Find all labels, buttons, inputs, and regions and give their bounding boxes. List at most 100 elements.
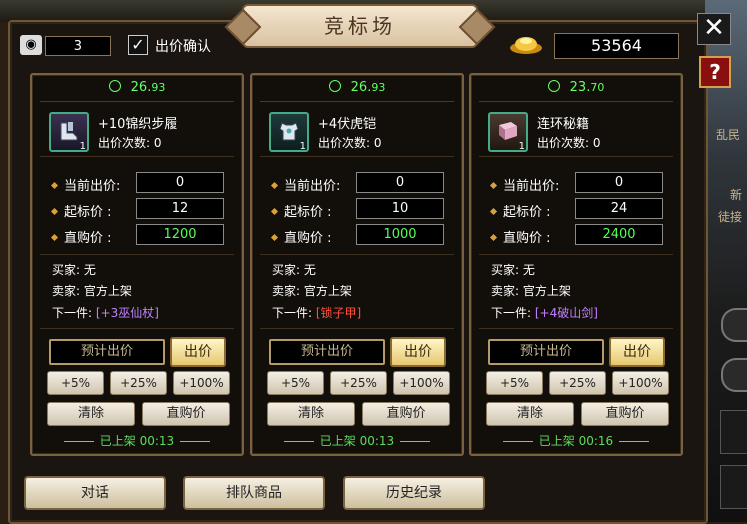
estimated-bid-field[interactable]: 预计出价 <box>49 339 165 365</box>
divider <box>40 156 234 157</box>
plus-25-percent-button[interactable]: +25% <box>549 371 606 395</box>
eye-icon: ◉ <box>20 35 42 55</box>
auction-card-1: 26.93 1 +10锦织步履 出价次数: 0 当前出价: 0 起标价 : 12… <box>30 73 244 456</box>
listed-time: 已上架 00:13 <box>32 432 242 449</box>
start-price-label: 起标价 : <box>489 201 551 220</box>
bid-count: 出价次数: 0 <box>318 136 382 150</box>
buyout-button[interactable]: 直购价 <box>581 402 669 426</box>
item-slot[interactable]: 1 <box>49 112 89 152</box>
start-price-value: 10 <box>356 198 444 219</box>
next-item-link[interactable]: [锁子甲] <box>316 306 361 320</box>
timer-main: 23. <box>569 80 591 95</box>
seller-text: 卖家: 官方上架 <box>491 284 571 298</box>
buyer-text: 买家: 无 <box>491 263 535 277</box>
chat-button[interactable]: 对话 <box>24 476 166 510</box>
estimated-bid-field[interactable]: 预计出价 <box>269 339 385 365</box>
side-slot-2[interactable] <box>720 465 747 509</box>
timer-decimal: 70 <box>590 81 605 94</box>
plus-5-percent-button[interactable]: +5% <box>486 371 543 395</box>
start-price-value: 12 <box>136 198 224 219</box>
current-bid-value: 0 <box>575 172 663 193</box>
divider <box>260 101 454 102</box>
divider <box>479 156 673 157</box>
listed-time: 已上架 00:13 <box>252 432 462 449</box>
timer-main: 26. <box>350 80 372 95</box>
help-button[interactable]: ? <box>699 56 731 88</box>
timer: 26.93 <box>252 80 462 95</box>
side-text-1: 乱民 <box>716 128 741 142</box>
next-item-link[interactable]: [+3巫仙杖] <box>96 306 159 320</box>
clear-button[interactable]: 清除 <box>47 402 135 426</box>
buyout-button[interactable]: 直购价 <box>142 402 230 426</box>
armor-icon <box>279 122 299 141</box>
item-slot[interactable]: 1 <box>269 112 309 152</box>
divider <box>479 101 673 102</box>
item-quantity: 1 <box>299 141 306 152</box>
divider <box>479 254 673 255</box>
bid-button[interactable]: 出价 <box>390 337 446 367</box>
divider <box>479 328 673 329</box>
seller-text: 卖家: 官方上架 <box>52 284 132 298</box>
side-nav-icon[interactable] <box>721 308 747 342</box>
buyer-text: 买家: 无 <box>52 263 96 277</box>
gold-ingot-icon <box>510 37 542 54</box>
buyout-button[interactable]: 直购价 <box>362 402 450 426</box>
current-bid-label: 当前出价: <box>489 175 559 194</box>
next-item-link[interactable]: [+4破山剑] <box>535 306 598 320</box>
plus-25-percent-button[interactable]: +25% <box>330 371 387 395</box>
clear-button[interactable]: 清除 <box>486 402 574 426</box>
divider <box>40 101 234 102</box>
boots-icon <box>60 122 78 141</box>
side-text-2: 新 <box>730 188 743 202</box>
divider <box>40 254 234 255</box>
buyout-price-value: 1200 <box>136 224 224 245</box>
buyout-price-value: 1000 <box>356 224 444 245</box>
next-item-row: 下一件: [+3巫仙杖] <box>52 306 159 320</box>
buyer-text: 买家: 无 <box>272 263 316 277</box>
side-slot-1[interactable] <box>720 410 747 454</box>
clear-button[interactable]: 清除 <box>267 402 355 426</box>
buyout-price-label: 直购价 : <box>270 227 332 246</box>
plus-5-percent-button[interactable]: +5% <box>267 371 324 395</box>
divider <box>40 328 234 329</box>
plus-25-percent-button[interactable]: +25% <box>110 371 167 395</box>
window-title: 竞标场 <box>242 4 478 48</box>
plus-100-percent-button[interactable]: +100% <box>173 371 230 395</box>
plus-5-percent-button[interactable]: +5% <box>47 371 104 395</box>
divider <box>260 328 454 329</box>
plus-100-percent-button[interactable]: +100% <box>612 371 669 395</box>
close-button[interactable]: ✕ <box>697 13 731 45</box>
start-price-value: 24 <box>575 198 663 219</box>
timer-decimal: 93 <box>151 81 166 94</box>
buyout-price-label: 直购价 : <box>489 227 551 246</box>
buyout-price-label: 直购价 : <box>50 227 112 246</box>
gold-amount: 53564 <box>554 33 679 59</box>
plus-100-percent-button[interactable]: +100% <box>393 371 450 395</box>
timer: 26.93 <box>32 80 242 95</box>
start-price-label: 起标价 : <box>50 201 112 220</box>
clock-icon <box>108 80 121 92</box>
divider <box>260 254 454 255</box>
item-quantity: 1 <box>518 141 525 152</box>
history-button[interactable]: 历史纪录 <box>343 476 485 510</box>
bid-count: 出价次数: 0 <box>98 136 162 150</box>
item-name: +10锦织步履 <box>98 117 178 132</box>
divider <box>260 156 454 157</box>
timer-main: 26. <box>130 80 152 95</box>
current-bid-value: 0 <box>356 172 444 193</box>
item-name: +4伏虎铠 <box>318 117 377 132</box>
next-item-row: 下一件: [+4破山剑] <box>491 306 598 320</box>
watch-count: 3 <box>45 36 111 56</box>
clock-icon <box>328 80 341 92</box>
estimated-bid-field[interactable]: 预计出价 <box>488 339 604 365</box>
queue-items-button[interactable]: 排队商品 <box>183 476 325 510</box>
bid-button[interactable]: 出价 <box>170 337 226 367</box>
item-quantity: 1 <box>79 141 86 152</box>
bid-button[interactable]: 出价 <box>609 337 665 367</box>
item-slot[interactable]: 1 <box>488 112 528 152</box>
current-bid-label: 当前出价: <box>270 175 340 194</box>
auction-card-2: 26.93 1 +4伏虎铠 出价次数: 0 当前出价: 0 起标价 : 10 直… <box>250 73 464 456</box>
confirm-checkbox[interactable]: ✓ <box>128 35 148 55</box>
side-target-icon[interactable] <box>721 358 747 392</box>
item-name: 连环秘籍 <box>537 117 590 132</box>
